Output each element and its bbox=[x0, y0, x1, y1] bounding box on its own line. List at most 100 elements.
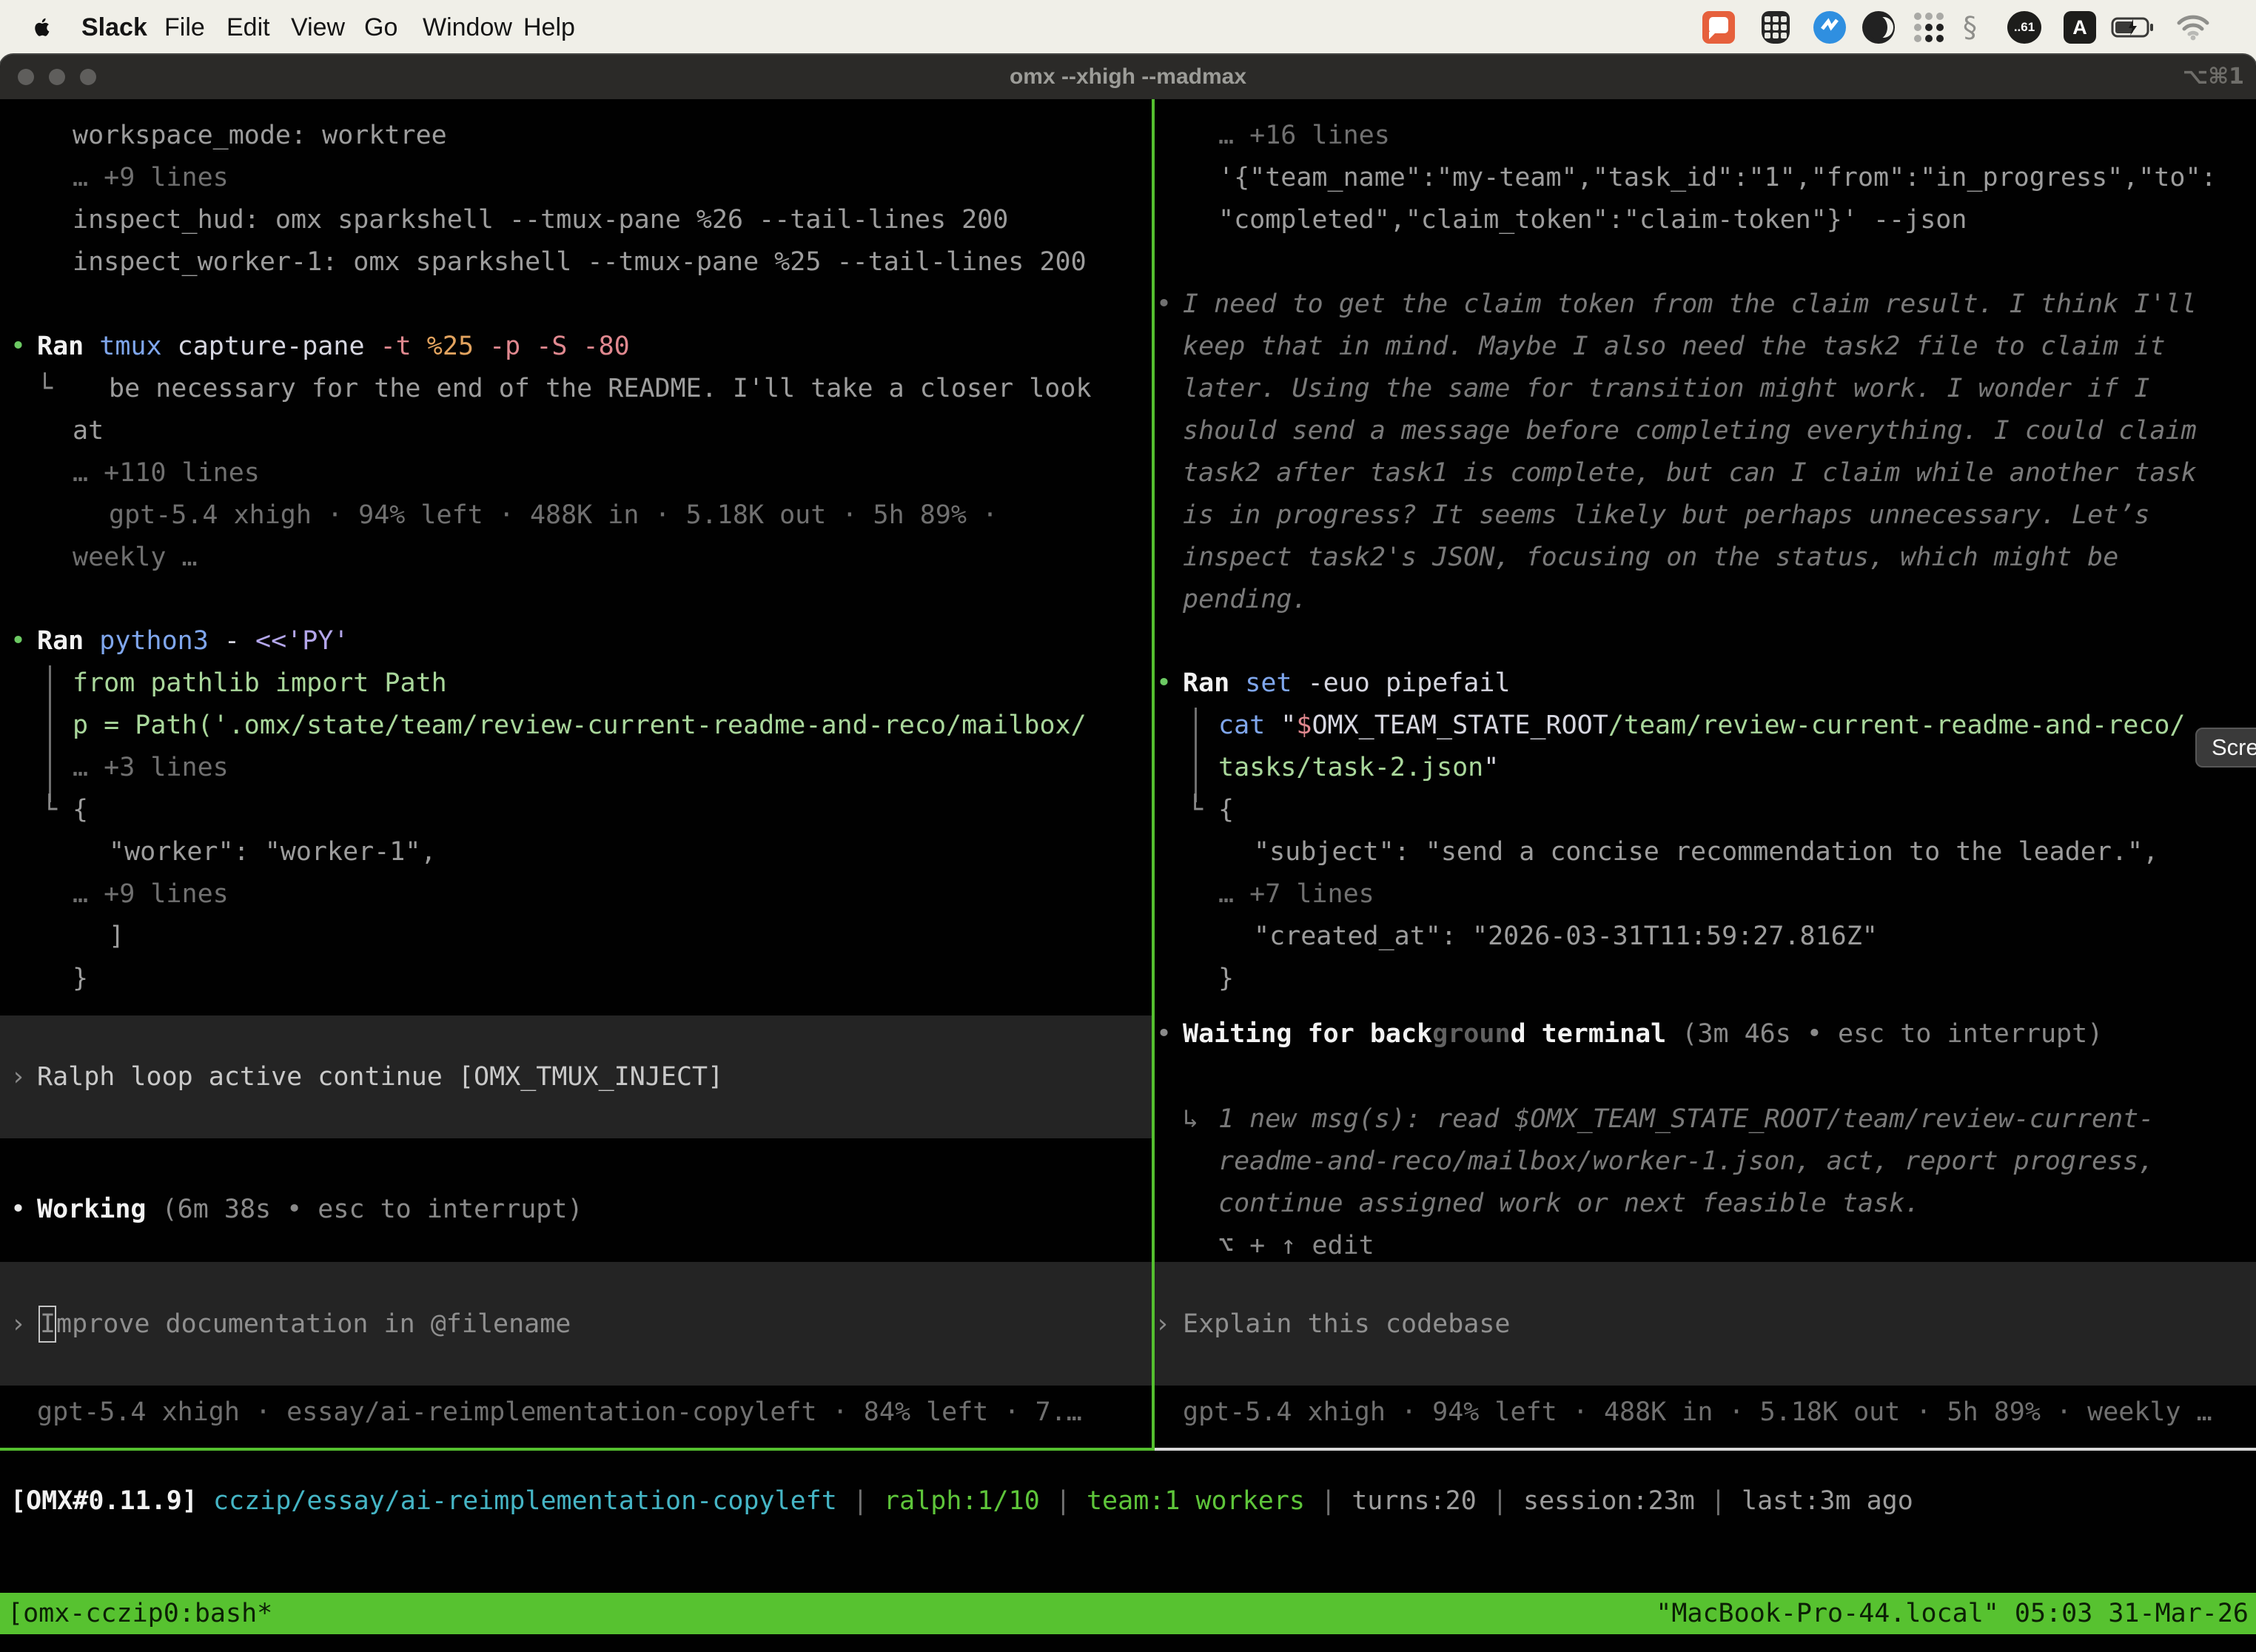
input-placeholder[interactable]: Improve documentation in @filename bbox=[38, 1306, 571, 1343]
log-line: inspect_worker-1: omx sparkshell --tmux-… bbox=[73, 241, 1087, 283]
ran-shell-command-text: Ran set -euo pipefail bbox=[1183, 662, 1511, 705]
json-line: "completed","claim_token":"claim-token"}… bbox=[1218, 199, 1967, 241]
squiggle-icon[interactable]: § bbox=[1963, 11, 1977, 44]
inject-banner-text: Ralph loop active continue [OMX_TMUX_INJ… bbox=[37, 1062, 723, 1092]
menu-bar: Slack File Edit View Go Window Help § bbox=[0, 0, 2256, 55]
json-line: '{"team_name":"my-team","task_id":"1","f… bbox=[1218, 157, 2217, 199]
menu-item-edit[interactable]: Edit bbox=[226, 0, 270, 55]
menu-item-help[interactable]: Help bbox=[523, 0, 575, 55]
chat-app-icon[interactable] bbox=[1702, 11, 1735, 44]
thinking-line: I need to get the claim token from the c… bbox=[1183, 283, 2197, 326]
dots-grid-icon[interactable] bbox=[1914, 11, 1944, 44]
pane-divider[interactable] bbox=[1152, 99, 1155, 1451]
thinking-line: is in progress? It seems likely but perh… bbox=[1183, 494, 2149, 537]
moon-icon[interactable] bbox=[1862, 11, 1895, 44]
json-line: { bbox=[73, 789, 88, 831]
cat-command-line: tasks/task-2.json" bbox=[1218, 747, 1499, 789]
input-placeholder[interactable]: Explain this codebase bbox=[1183, 1309, 1511, 1339]
thinking-line: inspect task2's JSON, focusing on the st… bbox=[1183, 537, 2118, 579]
waiting-status: • bbox=[1156, 1013, 1172, 1055]
shield-grid-icon[interactable] bbox=[1762, 11, 1790, 44]
model-status-line: gpt-5.4 xhigh · essay/ai-reimplementatio… bbox=[37, 1391, 1082, 1434]
prompt-input-left[interactable]: › Improve documentation in @filename bbox=[0, 1262, 1152, 1386]
collapsed-lines-indicator: … +110 lines bbox=[73, 452, 260, 494]
usage-line: weekly … bbox=[73, 537, 198, 579]
tmux-host-clock: "MacBook-Pro-44.local" 05:03 31-Mar-26 bbox=[1656, 1599, 2249, 1628]
pane-hud[interactable]: … +16 lines '{"team_name":"my-team","tas… bbox=[1155, 99, 2256, 1448]
window-titlebar[interactable]: omx --xhigh --madmax ⌥⌘1 bbox=[0, 55, 2256, 99]
working-status: • bbox=[10, 1189, 26, 1231]
pane-border-active bbox=[0, 1448, 1152, 1451]
usage-line: gpt-5.4 xhigh · 94% left · 488K in · 5.1… bbox=[109, 494, 998, 537]
output-line: at bbox=[73, 410, 104, 452]
pane-worker[interactable]: workspace_mode: worktree … +9 lines insp… bbox=[0, 99, 1152, 1448]
ran-python-command-text: Ran python3 - <<'PY' bbox=[37, 620, 349, 662]
json-line: "created_at": "2026-03-31T11:59:27.816Z" bbox=[1254, 916, 1878, 958]
text-cursor: I bbox=[38, 1306, 56, 1343]
terminal-window: omx --xhigh --madmax ⌥⌘1 workspace_mode:… bbox=[0, 55, 2256, 1652]
battery-icon[interactable] bbox=[2111, 11, 2155, 44]
menu-app-name[interactable]: Slack bbox=[81, 0, 147, 55]
thinking-bullet: • bbox=[1156, 283, 1172, 326]
json-line: "worker": "worker-1", bbox=[109, 831, 437, 873]
badge-61-icon[interactable]: ..61 bbox=[2007, 11, 2041, 44]
output-connector-line bbox=[1195, 708, 1197, 802]
ran-tmux-command: • bbox=[10, 326, 26, 368]
ran-shell-command: • bbox=[1156, 662, 1172, 705]
wifi-icon[interactable] bbox=[2176, 11, 2210, 44]
edit-hint: ⌥ + ↑ edit bbox=[1218, 1225, 1374, 1267]
input-source-icon[interactable]: A bbox=[2064, 11, 2096, 44]
collapsed-lines-indicator: … +7 lines bbox=[1218, 873, 1374, 916]
waiting-status-text: Waiting for background terminal (3m 46s … bbox=[1183, 1013, 2103, 1055]
working-status-text: Working (6m 38s • esc to interrupt) bbox=[37, 1189, 583, 1231]
output-elbow: └ bbox=[37, 368, 53, 410]
collapsed-lines-indicator: … +16 lines bbox=[1218, 115, 1390, 157]
cat-command-line: cat "$OMX_TEAM_STATE_ROOT/team/review-cu… bbox=[1218, 705, 2185, 747]
desktop: Slack File Edit View Go Window Help § bbox=[0, 0, 2256, 1652]
ran-python-command: • bbox=[10, 620, 26, 662]
collapsed-lines-indicator: … +9 lines bbox=[73, 157, 229, 199]
ran-tmux-command-text: Ran tmux capture-pane -t %25 -p -S -80 bbox=[37, 326, 630, 368]
apple-menu-icon[interactable] bbox=[30, 11, 55, 44]
menu-item-window[interactable]: Window bbox=[423, 0, 512, 55]
collapsed-lines-indicator: … +9 lines bbox=[73, 873, 229, 916]
menu-item-file[interactable]: File bbox=[164, 0, 205, 55]
screen-tooltip: Scre bbox=[2195, 728, 2256, 768]
tmux-status-bar: [omx-cczip0:bash* "MacBook-Pro-44.local"… bbox=[0, 1593, 2256, 1634]
prompt-chevron: › bbox=[10, 1062, 26, 1092]
blue-bolt-icon[interactable] bbox=[1813, 11, 1846, 44]
json-line: "subject": "send a concise recommendatio… bbox=[1254, 831, 2158, 873]
code-line: from pathlib import Path bbox=[73, 662, 447, 705]
thinking-line: keep that in mind. Maybe I also need the… bbox=[1183, 326, 2166, 368]
output-elbow: └ bbox=[41, 789, 57, 831]
output-connector-line bbox=[49, 665, 51, 802]
output-line: be necessary for the end of the README. … bbox=[109, 368, 1092, 410]
omx-status-line: [OMX#0.11.9] cczip/essay/ai-reimplementa… bbox=[10, 1480, 1913, 1522]
model-status-line: gpt-5.4 xhigh · 94% left · 488K in · 5.1… bbox=[1183, 1391, 2212, 1434]
mailbox-message-line: 1 new msg(s): read $OMX_TEAM_STATE_ROOT/… bbox=[1218, 1098, 2154, 1141]
thinking-line: pending. bbox=[1183, 579, 1308, 621]
prompt-chevron: › bbox=[1155, 1309, 1170, 1339]
json-line: { bbox=[1218, 789, 1234, 831]
log-line: inspect_hud: omx sparkshell --tmux-pane … bbox=[73, 199, 1008, 241]
log-line: workspace_mode: worktree bbox=[73, 115, 447, 157]
prompt-chevron: › bbox=[10, 1309, 26, 1339]
inject-banner: › Ralph loop active continue [OMX_TMUX_I… bbox=[0, 1015, 1152, 1138]
mailbox-message-line: continue assigned work or next feasible … bbox=[1218, 1183, 1920, 1225]
json-line: } bbox=[1218, 958, 1234, 1000]
mailbox-arrow: ↳ bbox=[1183, 1098, 1198, 1141]
menu-item-go[interactable]: Go bbox=[364, 0, 397, 55]
tmux-session-name: [omx-cczip0:bash* bbox=[7, 1599, 272, 1628]
window-title: omx --xhigh --madmax bbox=[0, 55, 2256, 99]
thinking-line: should send a message before completing … bbox=[1183, 410, 2197, 452]
code-line: p = Path('.omx/state/team/review-current… bbox=[73, 705, 1087, 747]
json-line: } bbox=[73, 958, 88, 1000]
mailbox-message-line: readme-and-reco/mailbox/worker-1.json, a… bbox=[1218, 1141, 2154, 1183]
thinking-line: task2 after task1 is complete, but can I… bbox=[1183, 452, 2197, 494]
menu-item-view[interactable]: View bbox=[291, 0, 345, 55]
window-shortcut: ⌥⌘1 bbox=[2183, 55, 2244, 99]
output-elbow: └ bbox=[1187, 789, 1203, 831]
prompt-input-right[interactable]: › Explain this codebase bbox=[1155, 1262, 2256, 1386]
terminal-content: workspace_mode: worktree … +9 lines insp… bbox=[0, 99, 2256, 1652]
collapsed-lines-indicator: … +3 lines bbox=[73, 747, 229, 789]
